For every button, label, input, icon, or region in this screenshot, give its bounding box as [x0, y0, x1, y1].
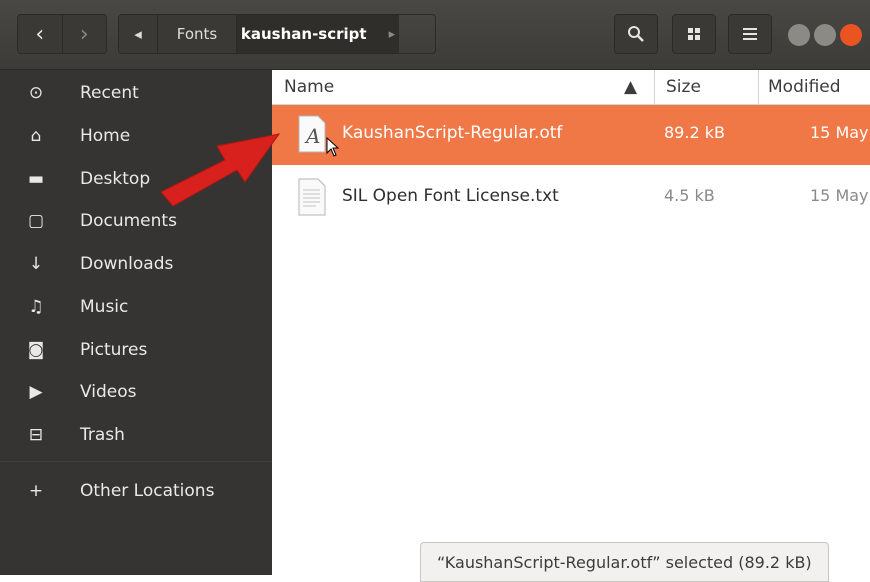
window-controls: [788, 24, 862, 46]
column-size-header[interactable]: Size: [666, 77, 701, 97]
sidebar-item-label: Recent: [80, 83, 139, 103]
sidebar-item-downloads[interactable]: ↓ Downloads: [0, 244, 272, 284]
column-modified-header[interactable]: Modified: [768, 77, 841, 97]
column-divider: [654, 70, 655, 104]
sidebar-divider: [0, 461, 272, 462]
file-name: SIL Open Font License.txt: [342, 186, 559, 206]
plus-icon: +: [28, 481, 44, 501]
forward-button[interactable]: ›: [61, 15, 106, 53]
file-modified: 15 May: [810, 123, 869, 142]
sidebar-item-trash[interactable]: ⊟ Trash: [0, 415, 272, 455]
close-button[interactable]: [840, 24, 862, 46]
maximize-button[interactable]: [814, 24, 836, 46]
sidebar-item-label: Pictures: [80, 340, 148, 360]
camera-icon: ◙: [27, 340, 45, 360]
view-toggle-button[interactable]: [672, 14, 716, 54]
trash-icon: ⊟: [28, 425, 44, 445]
file-size: 4.5 kB: [664, 186, 715, 205]
sidebar-item-music[interactable]: ♫ Music: [0, 287, 272, 327]
video-icon: ▶: [29, 382, 43, 402]
forward-icon: ›: [79, 21, 89, 47]
file-modified: 15 May: [810, 186, 869, 205]
column-name-header[interactable]: Name: [284, 77, 334, 97]
column-divider: [758, 70, 759, 104]
header-bar: ‹ › ◂ Fonts kaushan-script ▸: [0, 0, 870, 70]
path-scroll-left-button[interactable]: ◂: [119, 15, 157, 53]
sidebar-item-label: Desktop: [80, 169, 151, 189]
sidebar-item-label: Home: [80, 126, 131, 146]
file-name: KaushanScript-Regular.otf: [342, 123, 563, 143]
back-icon: ‹: [35, 21, 45, 47]
grid-icon: [688, 28, 700, 40]
home-icon: ⌂: [30, 126, 42, 146]
folder-icon: ▬: [27, 169, 45, 189]
font-file-icon: A: [298, 115, 326, 153]
sidebar-item-label: Videos: [80, 382, 137, 402]
path-segment-label: kaushan-script: [240, 25, 367, 43]
clock-icon: ⊙: [28, 83, 44, 103]
file-row-kaushanscript[interactable]: A KaushanScript-Regular.otf 89.2 kB 15 M…: [272, 105, 870, 165]
path-bar: ◂ Fonts kaushan-script ▸: [118, 14, 436, 54]
menu-button[interactable]: [728, 14, 772, 54]
text-file-icon: [298, 178, 326, 216]
column-header: Name ▲ Size Modified: [272, 70, 870, 105]
sidebar-item-label: Music: [80, 297, 129, 317]
search-icon: [628, 26, 644, 42]
sort-ascending-icon: ▲: [624, 77, 638, 97]
sidebar-item-recent[interactable]: ⊙ Recent: [0, 73, 272, 113]
back-button[interactable]: ‹: [18, 15, 62, 53]
sidebar-item-label: Other Locations: [80, 481, 215, 501]
navigation-buttons: ‹ ›: [17, 14, 107, 54]
selection-status: “KaushanScript-Regular.otf” selected (89…: [420, 542, 829, 582]
file-size: 89.2 kB: [664, 123, 725, 142]
sidebar-item-videos[interactable]: ▶ Videos: [0, 372, 272, 412]
svg-text:A: A: [304, 124, 320, 148]
sidebar-item-label: Trash: [80, 425, 125, 445]
minimize-button[interactable]: [788, 24, 810, 46]
annotation-arrow: [160, 133, 281, 207]
music-icon: ♫: [28, 297, 44, 317]
download-icon: ↓: [28, 254, 44, 274]
chevron-right-icon: ▸: [388, 26, 396, 42]
file-list-view: Name ▲ Size Modified A KaushanScript-Reg…: [272, 70, 870, 575]
search-button[interactable]: [614, 14, 658, 54]
chevron-left-icon: ◂: [134, 25, 142, 43]
sidebar-item-pictures[interactable]: ◙ Pictures: [0, 330, 272, 370]
file-row-sil-license[interactable]: SIL Open Font License.txt 4.5 kB 15 May: [272, 168, 870, 228]
mouse-cursor-icon: [326, 137, 340, 157]
menu-icon: [743, 28, 757, 40]
sidebar-item-other-locations[interactable]: + Other Locations: [0, 471, 272, 511]
path-segment-fonts[interactable]: Fonts: [157, 15, 236, 53]
path-segment-kaushan-script[interactable]: kaushan-script ▸: [236, 15, 399, 53]
sidebar-item-label: Downloads: [80, 254, 174, 274]
document-icon: ▢: [27, 211, 45, 231]
